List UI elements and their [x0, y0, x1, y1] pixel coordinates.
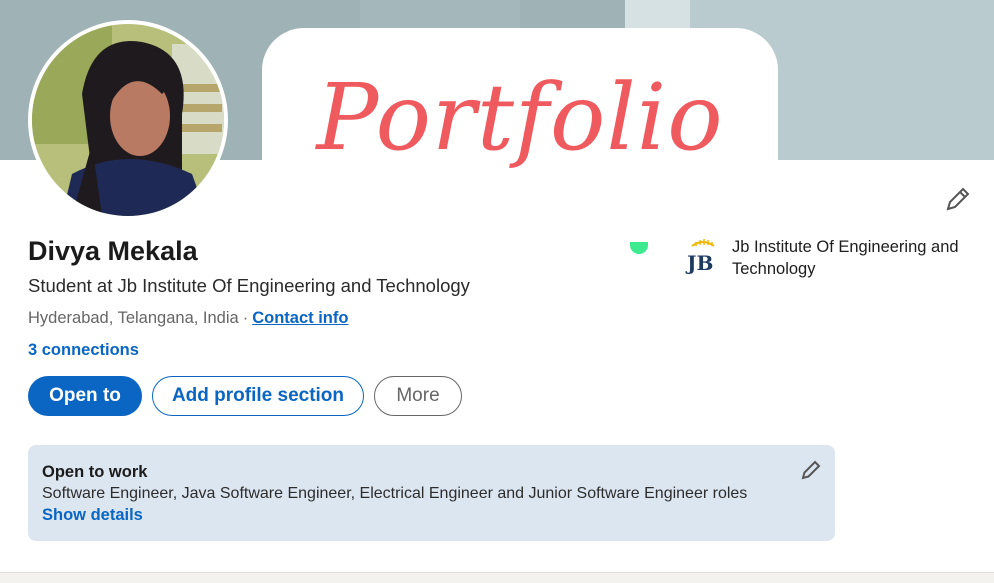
pencil-icon[interactable]: [944, 185, 972, 213]
open-to-work-title: Open to work: [42, 463, 148, 481]
open-to-button[interactable]: Open to: [28, 376, 142, 416]
pencil-icon[interactable]: [800, 459, 822, 481]
location-row: Hyderabad, Telangana, India · Contact info: [28, 309, 348, 328]
open-to-work-roles: Software Engineer, Java Software Enginee…: [42, 485, 748, 502]
page-divider: [0, 572, 994, 583]
location-text: Hyderabad, Telangana, India: [28, 309, 239, 327]
contact-info-link[interactable]: Contact info: [252, 309, 348, 327]
separator: ·: [242, 309, 249, 327]
svg-text:JB: JB: [685, 251, 713, 274]
avatar[interactable]: [28, 20, 228, 220]
add-profile-section-button[interactable]: Add profile section: [152, 376, 364, 416]
education-entry[interactable]: JB Jb Institute Of Engineering and Techn…: [684, 236, 972, 280]
profile-photo: [32, 24, 224, 216]
portfolio-text: Portfolio: [316, 64, 724, 171]
more-button[interactable]: More: [374, 376, 462, 416]
connections-link[interactable]: 3 connections: [28, 341, 139, 360]
portfolio-overlay: Portfolio: [262, 28, 778, 258]
profile-name: Divya Mekala: [28, 236, 198, 266]
open-to-work-card: Open to work Software Engineer, Java Sof…: [28, 445, 835, 541]
school-name: Jb Institute Of Engineering and Technolo…: [732, 238, 959, 278]
profile-headline: Student at Jb Institute Of Engineering a…: [28, 275, 470, 296]
school-logo-icon: JB: [685, 239, 715, 274]
show-details-link[interactable]: Show details: [42, 504, 821, 526]
